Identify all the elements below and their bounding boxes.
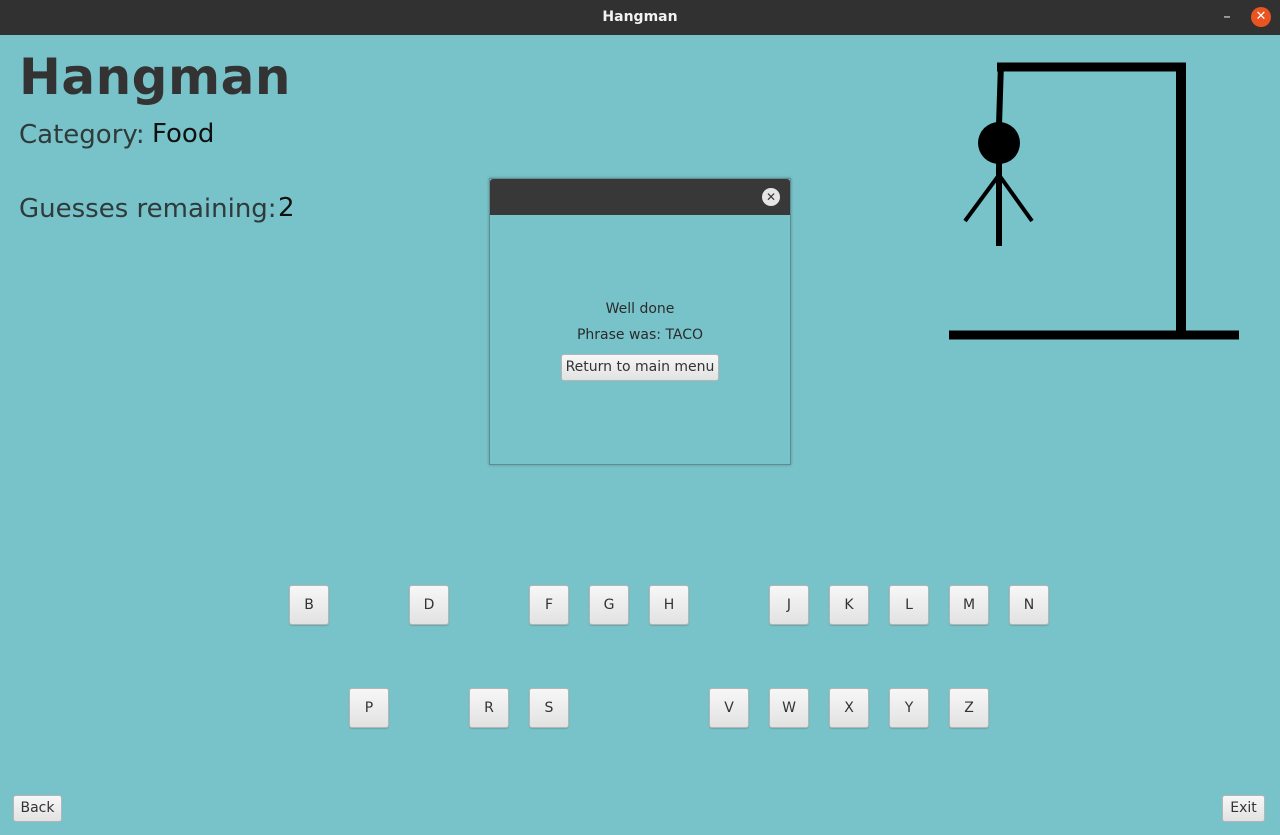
figure-left-arm xyxy=(963,173,1001,223)
figure-head xyxy=(978,122,1020,164)
letter-key-x[interactable]: X xyxy=(829,688,869,728)
letter-key-h[interactable]: H xyxy=(649,585,689,625)
back-button[interactable]: Back xyxy=(13,795,62,822)
window-titlebar: Hangman – ✕ xyxy=(0,0,1280,35)
letter-key-s[interactable]: S xyxy=(529,688,569,728)
guesses-remaining-value: 2 xyxy=(278,193,295,223)
gallows-rope xyxy=(996,62,1004,126)
letter-key-r[interactable]: R xyxy=(469,688,509,728)
category-value: Food xyxy=(152,119,215,149)
letter-key-y[interactable]: Y xyxy=(889,688,929,728)
letter-key-p[interactable]: P xyxy=(349,688,389,728)
letter-key-j[interactable]: J xyxy=(769,585,809,625)
exit-button[interactable]: Exit xyxy=(1222,795,1265,822)
dialog-message: Well done xyxy=(605,301,675,317)
hangman-drawing xyxy=(949,62,1239,340)
game-over-dialog: ✕ Well done Phrase was: TACO Return to m… xyxy=(489,178,791,465)
page-title: Hangman xyxy=(19,48,291,106)
letter-key-w[interactable]: W xyxy=(769,688,809,728)
category-label: Category: xyxy=(19,120,145,150)
letter-key-k[interactable]: K xyxy=(829,585,869,625)
letter-key-z[interactable]: Z xyxy=(949,688,989,728)
dialog-phrase: Phrase was: TACO xyxy=(576,327,704,343)
letter-key-f[interactable]: F xyxy=(529,585,569,625)
dialog-header: ✕ xyxy=(490,179,790,215)
window-title: Hangman xyxy=(602,9,678,25)
figure-right-arm xyxy=(997,173,1034,223)
letter-key-m[interactable]: M xyxy=(949,585,989,625)
dialog-close-icon[interactable]: ✕ xyxy=(762,188,780,206)
letter-key-v[interactable]: V xyxy=(709,688,749,728)
close-window-icon[interactable]: ✕ xyxy=(1251,7,1271,27)
letter-key-d[interactable]: D xyxy=(409,585,449,625)
letter-key-l[interactable]: L xyxy=(889,585,929,625)
guesses-remaining-label: Guesses remaining: xyxy=(19,194,277,224)
letter-key-n[interactable]: N xyxy=(1009,585,1049,625)
return-to-main-menu-button[interactable]: Return to main menu xyxy=(561,354,719,381)
letter-key-g[interactable]: G xyxy=(589,585,629,625)
minimize-icon[interactable]: – xyxy=(1218,9,1236,27)
letter-key-b[interactable]: B xyxy=(289,585,329,625)
